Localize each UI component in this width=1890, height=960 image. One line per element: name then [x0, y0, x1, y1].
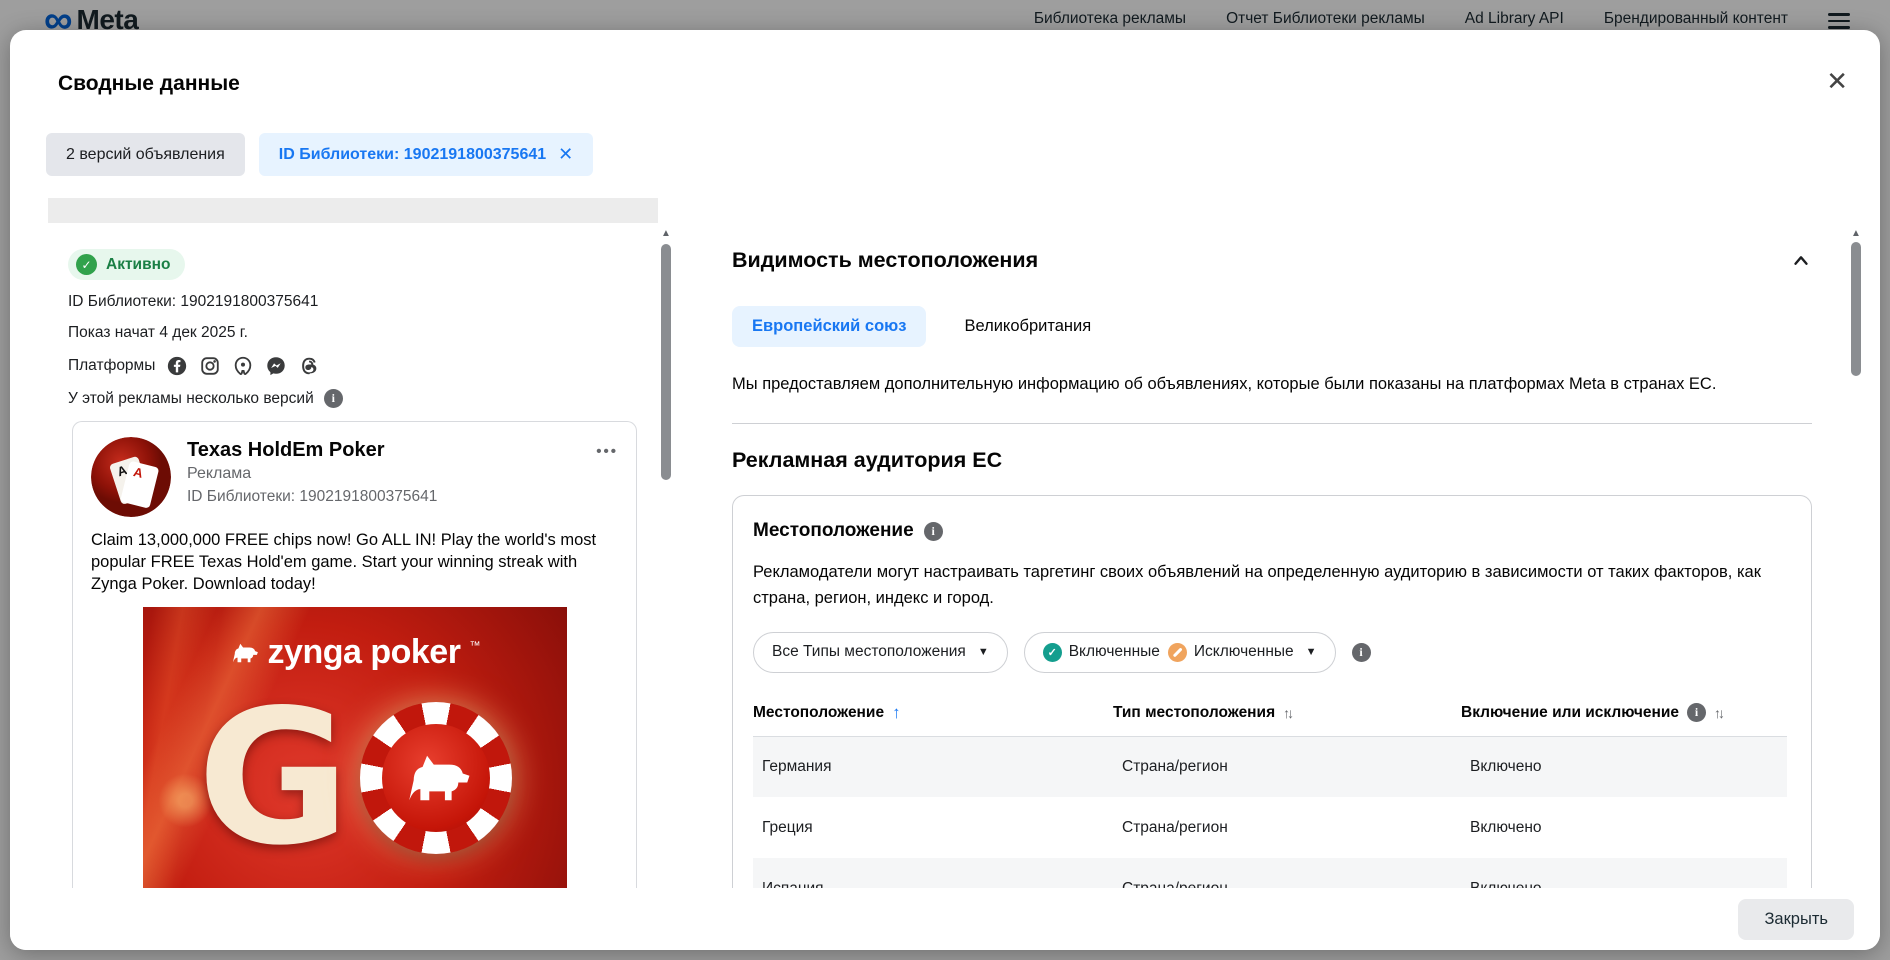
poker-chip-icon [360, 702, 512, 854]
excluded-label: Исключенные [1194, 643, 1294, 661]
ad-library-id: ID Библиотеки: 1902191800375641 [187, 488, 437, 506]
scroll-up-icon[interactable]: ▲ [1850, 228, 1862, 239]
remove-chip-icon[interactable]: ✕ [558, 144, 573, 165]
scroll-gap [48, 198, 658, 223]
table-row: Греция Страна/регион Включено [753, 797, 1787, 858]
status-badge: ✓ Активно [68, 249, 185, 280]
status-label: Активно [106, 256, 170, 274]
location-card-description: Рекламодатели могут настраивать таргетин… [753, 559, 1787, 612]
included-check-icon: ✓ [1043, 643, 1062, 662]
table-row: Германия Страна/регион Включено [753, 736, 1787, 797]
collapse-chevron-icon[interactable] [1790, 250, 1812, 272]
ad-card-header-text: Texas HoldEm Poker Реклама ID Библиотеки… [187, 437, 437, 517]
section-description: Мы предоставляем дополнительную информац… [732, 375, 1812, 394]
include-exclude-dropdown[interactable]: ✓ Включенные Исключенные ▼ [1024, 632, 1336, 673]
left-scrollbar[interactable]: ▲ ▼ [658, 198, 674, 918]
divider [732, 423, 1812, 424]
threads-icon [298, 355, 320, 377]
zynga-brand-text: zynga poker [268, 633, 461, 672]
cell-type: Страна/регион [1113, 797, 1461, 858]
go-row: G [143, 685, 567, 871]
column-header-inclusion[interactable]: Включение или исключениеi↑↓ [1461, 689, 1787, 737]
location-filters: Все Типы местоположения ▼ ✓ Включенные И… [753, 632, 1787, 673]
region-tabs: Европейский союз Великобритания [732, 306, 1812, 347]
column-header-type[interactable]: Тип местоположения↑↓ [1113, 689, 1461, 737]
library-id-chip-label: ID Библиотеки: 1902191800375641 [279, 146, 546, 164]
filters-info-icon[interactable]: i [1352, 643, 1371, 662]
versions-note-text: У этой рекламы несколько версий [68, 390, 314, 408]
audience-title: Рекламная аудитория ЕС [732, 448, 1812, 473]
included-label: Включенные [1069, 643, 1160, 661]
page-avatar[interactable]: A A [91, 437, 171, 517]
filter-chips: 2 версий объявления ID Библиотеки: 19021… [46, 133, 593, 176]
start-date-text: Показ начат 4 дек 2025 г. [68, 324, 638, 342]
caret-down-icon: ▼ [978, 646, 989, 658]
sort-icon[interactable]: ↑↓ [1714, 705, 1722, 721]
scroll-up-icon[interactable]: ▲ [660, 228, 672, 239]
right-scrollbar[interactable]: ▲ ▼ [1848, 198, 1864, 918]
tab-united-kingdom[interactable]: Великобритания [944, 306, 1111, 347]
active-check-icon: ✓ [76, 254, 97, 275]
library-id-chip[interactable]: ID Библиотеки: 1902191800375641 ✕ [259, 133, 593, 176]
locations-table: Местоположение↑ Тип местоположения↑↓ Вкл… [753, 689, 1787, 915]
library-id-text: ID Библиотеки: 1902191800375641 [68, 293, 638, 311]
versions-note-row: У этой рекламы несколько версий i [68, 389, 638, 408]
location-visibility-content: Видимость местоположения Европейский сою… [718, 198, 1848, 918]
close-icon[interactable]: ✕ [1826, 68, 1848, 94]
location-type-dropdown[interactable]: Все Типы местоположения ▼ [753, 632, 1008, 673]
instagram-icon [199, 355, 221, 377]
ad-body-text: Claim 13,000,000 FREE chips now! Go ALL … [73, 517, 636, 595]
page-name[interactable]: Texas HoldEm Poker [187, 439, 437, 462]
excluded-slash-icon [1168, 643, 1187, 662]
close-button[interactable]: Закрыть [1738, 899, 1854, 940]
info-icon[interactable]: i [324, 389, 343, 408]
audience-network-icon [232, 355, 254, 377]
location-card-title: Местоположение [753, 520, 914, 542]
location-card: Местоположение i Рекламодатели могут нас… [732, 495, 1812, 915]
messenger-icon [265, 355, 287, 377]
modal-footer: Закрыть [10, 888, 1880, 950]
ad-creative-image: zynga poker ™ G [143, 607, 567, 918]
section-title: Видимость местоположения [732, 248, 1038, 273]
location-info-icon[interactable]: i [924, 522, 943, 541]
cell-location: Германия [753, 736, 1113, 797]
sponsored-label: Реклама [187, 465, 437, 483]
facebook-icon [166, 355, 188, 377]
versions-chip: 2 версий объявления [46, 133, 245, 176]
location-type-label: Все Типы местоположения [772, 643, 966, 661]
trademark: ™ [469, 640, 480, 652]
go-letter: G [197, 685, 350, 871]
cell-location: Греция [753, 797, 1113, 858]
cell-status: Включено [1461, 736, 1787, 797]
modal-title: Сводные данные [58, 72, 240, 96]
sort-asc-icon[interactable]: ↑ [892, 703, 901, 723]
ad-summary-card: ✓ Активно ID Библиотеки: 190219180037564… [48, 223, 658, 918]
summary-modal: Сводные данные ✕ 2 версий объявления ID … [10, 30, 1880, 950]
tab-european-union[interactable]: Европейский союз [732, 306, 926, 347]
cell-status: Включено [1461, 797, 1787, 858]
platforms-label: Платформы [68, 357, 155, 375]
cell-type: Страна/регион [1113, 736, 1461, 797]
left-scrollbar-thumb[interactable] [661, 244, 671, 480]
ad-image-wrap: zynga poker ™ G [73, 607, 636, 918]
sort-icon[interactable]: ↑↓ [1283, 705, 1291, 721]
column-info-icon[interactable]: i [1687, 703, 1706, 722]
ad-card: A A Texas HoldEm Poker Реклама ID Библио… [72, 421, 637, 918]
right-scrollbar-thumb[interactable] [1851, 242, 1861, 376]
ad-options-icon[interactable]: ••• [596, 437, 618, 517]
platforms-row: Платформы [68, 355, 638, 377]
caret-down-icon: ▼ [1306, 646, 1317, 658]
ad-preview-pane: ✓ Активно ID Библиотеки: 190219180037564… [48, 198, 658, 918]
column-header-location[interactable]: Местоположение↑ [753, 689, 1113, 737]
zynga-brand-line: zynga poker ™ [143, 633, 567, 672]
modal-body: ✓ Активно ID Библиотеки: 190219180037564… [48, 198, 1864, 918]
zynga-dog-icon [229, 641, 259, 665]
location-visibility-pane: Видимость местоположения Европейский сою… [718, 198, 1864, 918]
ad-card-header: A A Texas HoldEm Poker Реклама ID Библио… [73, 422, 636, 517]
